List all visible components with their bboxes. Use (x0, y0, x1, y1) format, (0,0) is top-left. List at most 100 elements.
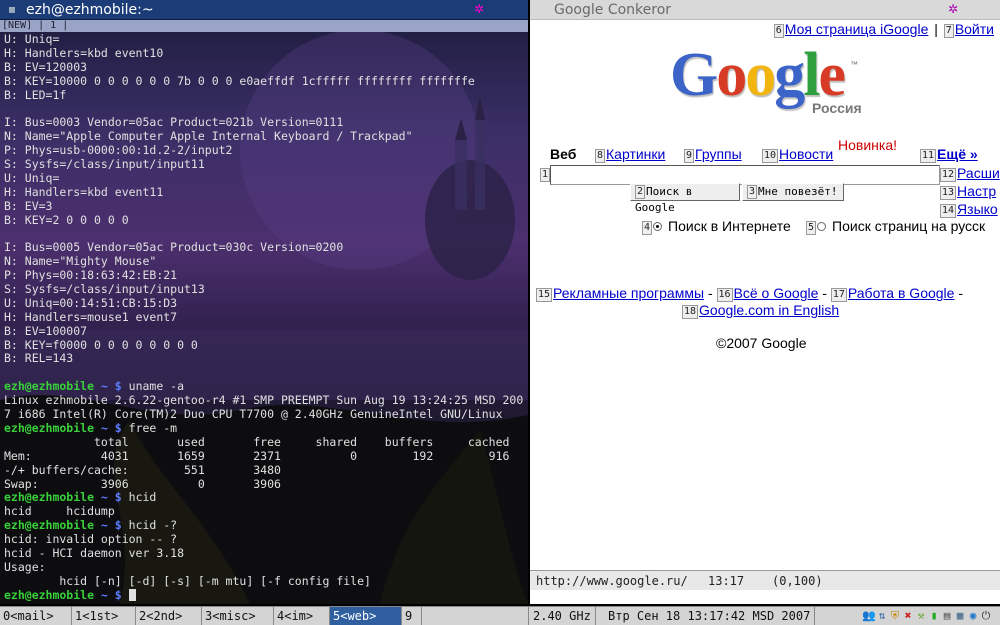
terminal-output[interactable]: U: Uniq= H: Handlers=kbd event10 B: EV=120… (0, 33, 528, 604)
status-time: 13:17 (708, 574, 745, 588)
people-icon[interactable]: 👥 (862, 609, 876, 623)
radio-web-control[interactable] (653, 222, 663, 231)
terminal-tab-bar[interactable]: [NEW] | 1 | (0, 20, 528, 32)
nav-images-link[interactable]: Картинки (606, 146, 665, 162)
terminal-line: B: REL=143 (4, 352, 74, 366)
lucky-button[interactable]: 3 Мне повезёт! (742, 183, 844, 201)
link-hint: 7 (943, 24, 954, 38)
prompt-path: ~ $ (94, 421, 129, 435)
sticky-icon[interactable]: ✲ (472, 2, 486, 16)
link-hint: 9 (684, 149, 695, 163)
nav-more[interactable]: 11 Ещё » (920, 146, 978, 163)
terminal-line: B: KEY=f0000 0 0 0 0 0 0 0 0 (4, 338, 198, 352)
terminal-line: U: Uniq= (4, 33, 60, 46)
terminal-line: B: KEY=10000 0 0 0 0 0 0 7b 0 0 0 e0aeff… (4, 74, 475, 88)
logo-letter: l (803, 41, 820, 109)
side-link-settings[interactable]: 13 Настр (940, 183, 996, 200)
workspace-tab[interactable]: 9 (402, 607, 422, 625)
logo-wordmark: Google (670, 41, 846, 109)
link-hint: 10 (762, 149, 779, 163)
settings-link[interactable]: Настр (957, 183, 996, 199)
terminal-line: hcid: invalid option -- ? (4, 533, 178, 547)
link-hint: 8 (595, 149, 606, 163)
terminal-line: I: Bus=0005 Vendor=05ac Product=030c Ver… (4, 241, 344, 255)
advanced-search-link[interactable]: Расши (957, 165, 1000, 181)
link-separator: | (934, 21, 938, 37)
terminal-line: hcid hcidump (4, 505, 115, 519)
clock: Втр Сен 18 13:17:42 MSD 2007 (604, 607, 816, 625)
link-hint: 13 (940, 186, 957, 200)
sticky-icon[interactable]: ✲ (946, 2, 960, 16)
side-link-language[interactable]: 14 Языко (940, 201, 998, 218)
lucky-label: Мне повезёт! (758, 185, 838, 198)
browser-titlebar[interactable]: Google Conkeror ✲ (530, 0, 1000, 20)
terminal-line: N: Name="Mighty Mouse" (4, 255, 157, 269)
browser-title: Google Conkeror (554, 2, 672, 18)
terminal-prompt-line: ezh@ezhmobile ~ $ uname -a (4, 380, 528, 394)
terminal-line: H: Handlers=mouse1 event7 (4, 310, 178, 324)
close-tool-icon[interactable]: ✖ (901, 609, 915, 623)
network-icon[interactable]: ⇅ (875, 609, 889, 623)
footer-english[interactable]: 18 Google.com in English (682, 302, 839, 319)
terminal-line: Linux ezhmobile 2.6.22-gentoo-r4 #1 SMP … (4, 394, 524, 408)
nav-more-link[interactable]: Ещё » (937, 146, 978, 162)
nav-news-link[interactable]: Новости (779, 146, 833, 162)
prompt-user: ezh@ezhmobile (4, 421, 95, 435)
ads-link[interactable]: Рекламные программы (553, 285, 704, 301)
shield-icon[interactable]: ⛨ (888, 609, 902, 623)
prompt-command: hcid (128, 491, 157, 505)
tools-icon[interactable]: ⚒ (914, 609, 928, 623)
nav-news[interactable]: 10 Новости (762, 146, 833, 163)
footer-separator: - (707, 285, 713, 301)
radio-web[interactable]: 4 Поиск в Интернете (642, 218, 791, 235)
browser-window[interactable]: Google Conkeror ✲ 6 Моя страница iGoogle … (530, 0, 1000, 604)
prompt-user: ezh@ezhmobile (4, 380, 95, 394)
terminal-line: U: Uniq=00:14:51:CB:15:D3 (4, 296, 178, 310)
workspace-tab[interactable]: 2<2nd> (136, 607, 202, 625)
google-logo: Google ™ Россия (670, 41, 870, 116)
workspace-tab[interactable]: 4<im> (274, 607, 330, 625)
workspace-tab[interactable]: 3<misc> (202, 607, 274, 625)
link-hint: 17 (830, 288, 847, 302)
igoogle-link[interactable]: Моя страница iGoogle (785, 21, 929, 37)
language-link[interactable]: Языко (957, 201, 998, 217)
workspace-tab[interactable]: 0<mail> (0, 607, 72, 625)
globe-icon[interactable]: ◉ (966, 609, 980, 623)
radio-russian[interactable]: 5 Поиск страниц на русск (806, 218, 985, 235)
english-link[interactable]: Google.com in English (699, 302, 839, 318)
nav-current-web: Веб (550, 146, 577, 162)
link-hint: 1 (540, 168, 551, 182)
search-input[interactable] (550, 165, 940, 185)
about-link[interactable]: Всё о Google (734, 285, 819, 301)
login-link[interactable]: Войти (955, 21, 994, 37)
browser-minibuffer[interactable] (530, 590, 1000, 604)
google-search-button[interactable]: 2 Поиск в Google (630, 183, 740, 214)
workspace-tab[interactable]: 1<1st> (72, 607, 136, 625)
prompt-path: ~ $ (94, 491, 129, 505)
terminal-line: S: Sysfs=/class/input/input11 (4, 158, 205, 172)
nav-groups-link[interactable]: Группы (695, 146, 742, 162)
terminal-window[interactable]: ▪ ezh@ezhmobile:~ ✲ [NEW] | 1 | U: Uniq=… (0, 0, 528, 604)
terminal-prompt-line: ezh@ezhmobile ~ $ hcid (4, 491, 528, 505)
terminal-line: hcid - HCI daemon ver 3.18 (4, 546, 185, 560)
side-link-advanced[interactable]: 12 Расши (940, 165, 1000, 182)
terminal-line: total used free shared buffers cached (4, 435, 510, 449)
terminal-line: I: Bus=0003 Vendor=05ac Product=021b Ver… (4, 116, 344, 130)
power-icon[interactable]: ⏻ (979, 609, 993, 623)
prompt-command: free -m (128, 421, 178, 435)
logo-region: Россия (812, 100, 862, 116)
radio-russian-control[interactable] (817, 222, 827, 231)
terminal-titlebar[interactable]: ▪ ezh@ezhmobile:~ ✲ (0, 0, 528, 20)
document-icon[interactable]: ▤ (940, 609, 954, 623)
nav-images[interactable]: 8 Картинки (595, 146, 665, 163)
logo-letter: o (745, 41, 776, 109)
copyright: ©2007 Google (716, 335, 807, 351)
jobs-link[interactable]: Работа в Google (848, 285, 955, 301)
workspace-tab[interactable]: 5<web> (330, 607, 402, 625)
battery-icon[interactable]: ▮ (927, 609, 941, 623)
prompt-user: ezh@ezhmobile (4, 519, 95, 533)
nav-groups[interactable]: 9 Группы (684, 146, 742, 163)
clipboard-icon[interactable]: ▦ (953, 609, 967, 623)
